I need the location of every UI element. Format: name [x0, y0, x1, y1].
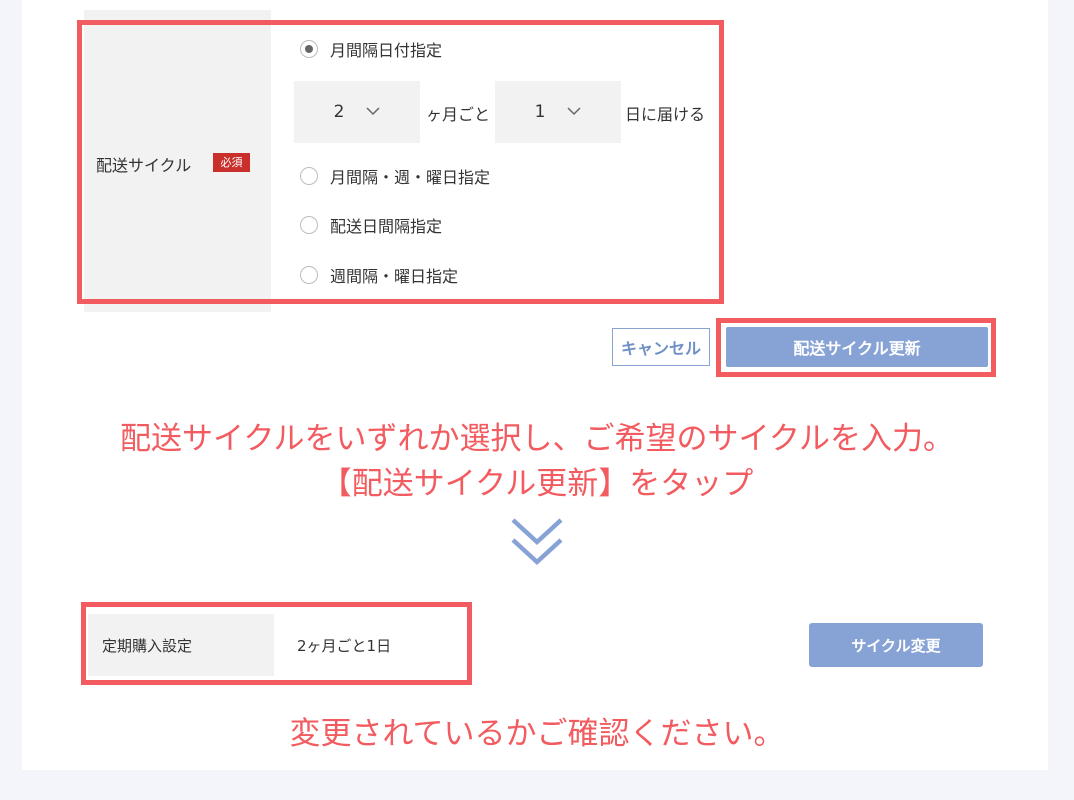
- result-highlight-frame: [81, 602, 472, 685]
- instruction-line-2: 【配送サイクル更新】をタップ: [320, 466, 754, 502]
- update-button-highlight-frame: [716, 318, 996, 377]
- form-highlight-frame: [77, 20, 724, 304]
- cancel-button[interactable]: キャンセル: [612, 328, 710, 366]
- change-cycle-button[interactable]: サイクル変更: [809, 623, 983, 667]
- double-chevron-down-icon: [510, 515, 564, 569]
- instruction-line-3: 変更されているかご確認ください。: [289, 716, 785, 752]
- instruction-line-1: 配送サイクルをいずれか選択し、ご希望のサイクルを入力。: [120, 421, 954, 457]
